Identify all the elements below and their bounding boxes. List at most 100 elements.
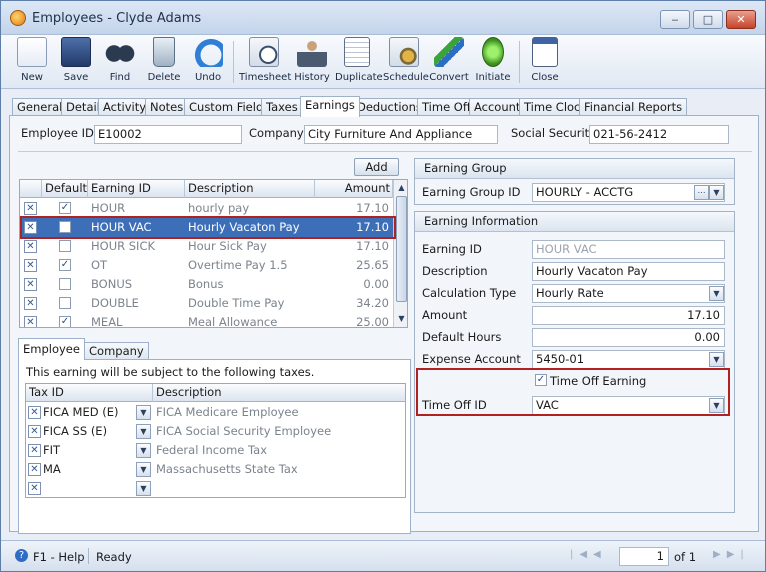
tax-row[interactable]: ✕ FICA MED (E) ▼ FICA Medicare Employee	[26, 403, 405, 422]
default-checkbox[interactable]: ✓	[59, 259, 71, 271]
initiate-button[interactable]: Initiate	[473, 37, 513, 87]
amount-column-header[interactable]: Amount	[315, 180, 393, 198]
default-hours-field[interactable]: 0.00	[532, 328, 725, 347]
social-security-field[interactable]: 021-56-2412	[589, 125, 729, 144]
history-button[interactable]: History	[293, 37, 331, 87]
page-number-field[interactable]: 1	[619, 547, 669, 566]
chevron-down-icon[interactable]: ▼	[136, 424, 151, 439]
chevron-down-icon[interactable]: ▼	[709, 185, 724, 200]
subtab-employee[interactable]: Employee	[18, 338, 85, 360]
tab-general[interactable]: General	[12, 98, 68, 116]
tax-id-cell: FICA SS (E)	[43, 424, 108, 438]
social-security-label: Social Security	[511, 126, 596, 140]
amount-cell: 25.65	[356, 258, 389, 272]
row-select-icon[interactable]: ✕	[24, 297, 37, 310]
new-button[interactable]: New	[13, 37, 51, 87]
help-icon[interactable]: ?	[15, 549, 28, 562]
tax-row[interactable]: ✕ ▼	[26, 479, 405, 497]
tax-id-cell: MA	[43, 462, 61, 476]
schedule-button[interactable]: Schedule	[383, 37, 429, 87]
chevron-down-icon[interactable]: ▼	[136, 405, 151, 420]
row-select-icon[interactable]: ✕	[24, 240, 37, 253]
maximize-button[interactable]: □	[693, 10, 723, 29]
chevron-down-icon[interactable]: ▼	[136, 462, 151, 477]
description-field[interactable]: Hourly Vacaton Pay	[532, 262, 725, 281]
initiate-traffic-light-icon	[482, 37, 504, 67]
tab-notes[interactable]: Notes	[145, 98, 189, 116]
tab-time-off[interactable]: Time Off	[417, 98, 476, 116]
subtab-company[interactable]: Company	[84, 342, 149, 360]
scroll-thumb[interactable]	[396, 196, 407, 302]
row-select-icon[interactable]: ✕	[24, 278, 37, 291]
description-column-header[interactable]: Description	[185, 180, 315, 198]
status-text: Ready	[96, 550, 132, 564]
tax-row[interactable]: ✕ FIT ▼ Federal Income Tax	[26, 441, 405, 460]
convert-button[interactable]: Convert	[429, 37, 469, 87]
earning-id-column-header[interactable]: Earning ID	[88, 180, 185, 198]
tab-activity[interactable]: Activity	[98, 98, 152, 116]
tab-financial-reports[interactable]: Financial Reports	[579, 98, 688, 116]
first-prev-page-icons[interactable]: |◀◀	[570, 549, 607, 560]
duplicate-button[interactable]: Duplicate	[335, 37, 383, 87]
company-field[interactable]: City Furniture And Appliance	[304, 125, 498, 144]
earning-row[interactable]: ✕ BONUS Bonus 0.00	[20, 275, 393, 294]
next-last-page-icons[interactable]: ▶▶|	[713, 549, 750, 560]
default-checkbox[interactable]: ✓	[59, 316, 71, 327]
find-button[interactable]: Find	[101, 37, 139, 87]
earnings-scrollbar[interactable]: ▲ ▼	[393, 180, 407, 327]
schedule-gear-icon	[389, 37, 419, 67]
row-select-icon[interactable]: ✕	[24, 316, 37, 327]
chevron-down-icon[interactable]: ▼	[136, 481, 151, 496]
earning-row[interactable]: ✕ ✓ MEAL Meal Allowance 25.00	[20, 313, 393, 327]
scroll-down-icon[interactable]: ▼	[395, 312, 407, 325]
tax-description-cell: Massachusetts State Tax	[156, 462, 298, 476]
default-checkbox[interactable]	[59, 278, 71, 290]
delete-button[interactable]: Delete	[145, 37, 183, 87]
time-off-highlight	[416, 368, 730, 416]
chevron-down-icon[interactable]: ▼	[709, 286, 724, 301]
default-column-header[interactable]: Default	[42, 180, 88, 198]
tab-deductions[interactable]: Deductions	[352, 98, 427, 116]
amount-field[interactable]: 17.10	[532, 306, 725, 325]
close-button[interactable]: Close	[525, 37, 565, 87]
add-earning-button[interactable]: Add	[354, 158, 399, 176]
tab-taxes[interactable]: Taxes	[261, 98, 303, 116]
tax-description-cell: FICA Social Security Employee	[156, 424, 332, 438]
chevron-down-icon[interactable]: ▼	[136, 443, 151, 458]
help-text[interactable]: F1 - Help	[33, 550, 85, 564]
app-logo-icon	[10, 10, 26, 26]
timesheet-button[interactable]: Timesheet	[239, 37, 291, 87]
scroll-up-icon[interactable]: ▲	[395, 181, 407, 194]
earning-group-id-field[interactable]: HOURLY - ACCTG ⋯ ▼	[532, 183, 725, 202]
minimize-button[interactable]: ‒	[660, 10, 690, 29]
tab-earnings[interactable]: Earnings	[300, 96, 360, 117]
expense-account-select[interactable]: 5450-01 ▼	[532, 350, 725, 369]
tax-id-column-header[interactable]: Tax ID	[26, 384, 153, 402]
tab-account[interactable]: Account	[469, 98, 526, 116]
browse-ellipsis-icon[interactable]: ⋯	[694, 185, 709, 200]
employee-id-field[interactable]: E10002	[94, 125, 242, 144]
undo-button[interactable]: Undo	[189, 37, 227, 87]
calculation-type-select[interactable]: Hourly Rate ▼	[532, 284, 725, 303]
row-select-icon[interactable]: ✕	[24, 259, 37, 272]
trash-bin-icon	[153, 37, 175, 67]
tax-row[interactable]: ✕ FICA SS (E) ▼ FICA Social Security Employ…	[26, 422, 405, 441]
default-checkbox[interactable]: ✓	[59, 202, 71, 214]
default-checkbox[interactable]	[59, 240, 71, 252]
employees-window: Employees - Clyde Adams ‒ □ ✕ New Save F…	[0, 0, 766, 572]
save-button[interactable]: Save	[57, 37, 95, 87]
earning-row[interactable]: ✕ HOUR SICK Hour Sick Pay 17.10	[20, 237, 393, 256]
tax-description-cell: FICA Medicare Employee	[156, 405, 299, 419]
tax-row[interactable]: ✕ MA ▼ Massachusetts State Tax	[26, 460, 405, 479]
earning-id-field[interactable]: HOUR VAC	[532, 240, 725, 259]
default-checkbox[interactable]	[59, 297, 71, 309]
earning-row[interactable]: ✕ ✓ OT Overtime Pay 1.5 25.65	[20, 256, 393, 275]
earning-row[interactable]: ✕ DOUBLE Double Time Pay 34.20	[20, 294, 393, 313]
earning-information-header: Earning Information	[415, 212, 734, 232]
chevron-down-icon[interactable]: ▼	[709, 352, 724, 367]
earnings-grid-header: Default Earning ID Description Amount	[20, 180, 393, 198]
tax-description-column-header[interactable]: Description	[153, 384, 405, 402]
tab-strip: General Detail Activity Notes Custom Fie…	[9, 96, 759, 117]
row-select-icon[interactable]: ✕	[24, 202, 37, 215]
close-window-button[interactable]: ✕	[726, 10, 756, 29]
